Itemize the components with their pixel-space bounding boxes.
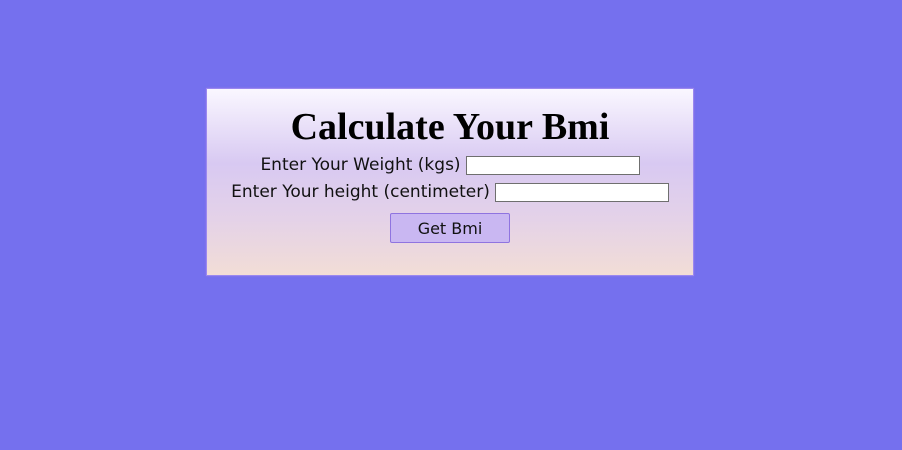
height-input[interactable] <box>494 182 669 202</box>
get-bmi-button[interactable]: Get Bmi <box>390 213 510 243</box>
height-label: Enter Your height (centimeter) <box>231 182 490 202</box>
weight-input[interactable] <box>465 155 640 175</box>
height-row: Enter Your height (centimeter) <box>207 181 693 203</box>
weight-label: Enter Your Weight (kgs) <box>260 155 461 175</box>
bmi-form-card: Calculate Your Bmi Enter Your Weight (kg… <box>206 88 694 276</box>
weight-row: Enter Your Weight (kgs) <box>207 154 693 176</box>
page-title: Calculate Your Bmi <box>290 106 610 148</box>
